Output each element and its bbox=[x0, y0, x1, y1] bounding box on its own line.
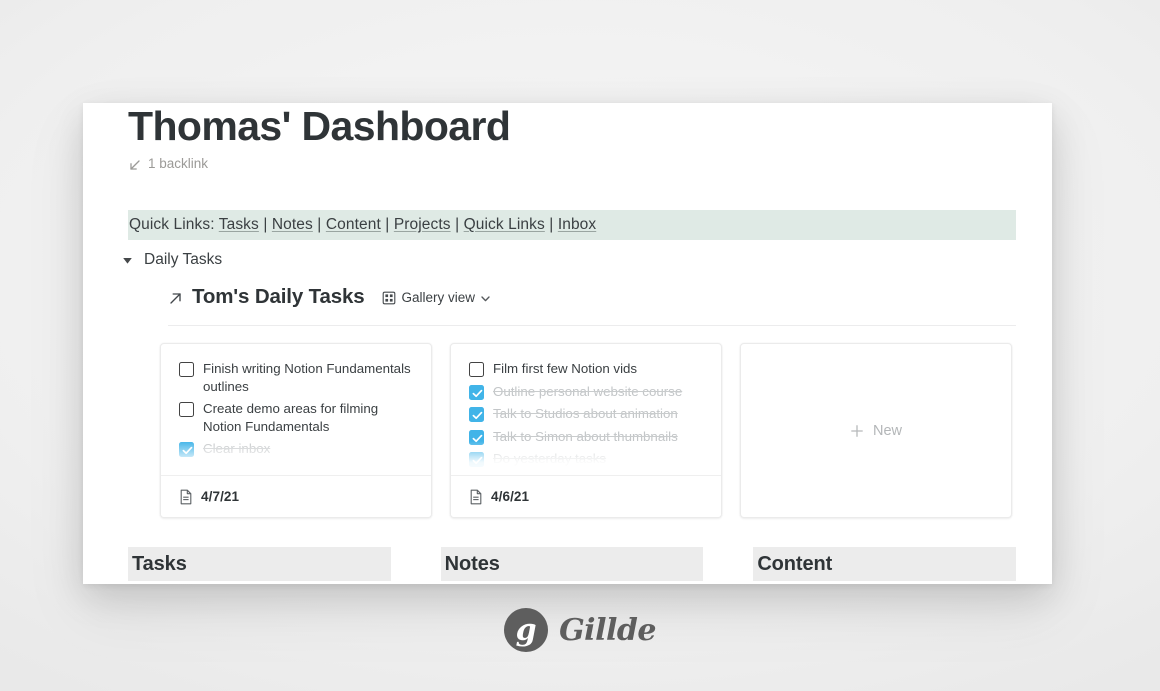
todo-label: Talk to Studios about animation bbox=[493, 406, 678, 421]
todo-item[interactable]: Outline personal website course bbox=[469, 383, 705, 401]
toggle-daily-tasks[interactable]: Daily Tasks bbox=[121, 250, 222, 270]
todo-label: Talk to Simon about thumbnails bbox=[493, 428, 678, 444]
column-title: Tasks bbox=[132, 552, 187, 575]
quick-links-separator: | bbox=[385, 216, 390, 233]
database-view-tab[interactable]: Gallery view bbox=[382, 290, 491, 305]
quick-link-tasks[interactable]: Tasks bbox=[219, 216, 259, 233]
checkbox-unchecked-icon[interactable] bbox=[179, 402, 194, 417]
checkbox-checked-icon[interactable] bbox=[469, 407, 484, 422]
quick-links-text: Quick Links: Tasks | Notes | Content | P… bbox=[129, 216, 596, 234]
grid-gallery-icon bbox=[382, 291, 396, 305]
checkbox-unchecked-icon[interactable] bbox=[179, 362, 194, 377]
arrow-down-left-icon bbox=[128, 159, 141, 172]
column-tasks: Tasks bbox=[128, 547, 391, 581]
gillde-logo-letter: g bbox=[515, 613, 537, 648]
document-icon bbox=[469, 489, 483, 505]
todo-item[interactable]: Do yesterday tasks bbox=[469, 450, 705, 468]
gallery-card-body: Film first few Notion vids Outline perso… bbox=[451, 344, 721, 475]
todo-item[interactable]: Finish writing Notion Fundamentals outli… bbox=[179, 360, 415, 395]
column-header: Tasks bbox=[128, 547, 391, 581]
notion-page-panel: Thomas' Dashboard 1 backlink Quick Links… bbox=[83, 103, 1052, 584]
chevron-down-icon bbox=[480, 293, 491, 304]
database-divider bbox=[168, 325, 1016, 326]
bottom-columns: Tasks Notes Content bbox=[128, 547, 1017, 581]
quick-link-projects[interactable]: Projects bbox=[394, 216, 451, 233]
new-card-label: New bbox=[872, 422, 902, 439]
column-content: Content bbox=[753, 547, 1017, 581]
gallery-view: Finish writing Notion Fundamentals outli… bbox=[160, 343, 1018, 518]
quick-link-content[interactable]: Content bbox=[326, 216, 381, 233]
page-title: Thomas' Dashboard bbox=[128, 103, 511, 149]
quick-links-separator: | bbox=[549, 216, 554, 233]
gallery-card[interactable]: Film first few Notion vids Outline perso… bbox=[450, 343, 722, 518]
database-view-name: Gallery view bbox=[401, 290, 476, 305]
database-title[interactable]: Tom's Daily Tasks bbox=[192, 285, 365, 310]
todo-item[interactable]: Talk to Simon about thumbnails bbox=[469, 428, 705, 446]
quick-links-separator: | bbox=[263, 216, 268, 233]
todo-item[interactable]: Film first few Notion vids bbox=[469, 360, 705, 378]
gallery-card-footer: 4/7/21 bbox=[161, 475, 431, 517]
quick-link-notes[interactable]: Notes bbox=[272, 216, 313, 233]
todo-label: Do yesterday tasks bbox=[493, 451, 607, 466]
database-header: Tom's Daily Tasks Gallery view bbox=[167, 285, 491, 310]
gillde-watermark: g Gillde bbox=[0, 608, 1160, 652]
gallery-card-date: 4/6/21 bbox=[491, 489, 530, 504]
gallery-card-footer: 4/6/21 bbox=[451, 475, 721, 517]
gillde-logo-icon: g bbox=[504, 608, 549, 652]
checkbox-checked-icon[interactable] bbox=[469, 384, 484, 400]
todo-item[interactable]: Talk to Studios about animation bbox=[469, 405, 705, 423]
document-icon bbox=[179, 489, 193, 505]
plus-icon bbox=[850, 424, 864, 438]
column-title: Content bbox=[757, 552, 833, 575]
todo-label: Clear inbox bbox=[203, 441, 271, 456]
gillde-wordmark: Gillde bbox=[559, 612, 656, 648]
quick-links-separator: | bbox=[455, 216, 460, 233]
column-header: Notes bbox=[440, 547, 704, 581]
quick-link-quick-links[interactable]: Quick Links bbox=[464, 216, 545, 233]
new-gallery-card-button[interactable]: New bbox=[740, 343, 1012, 518]
quick-links-label: Quick Links: bbox=[129, 216, 215, 233]
todo-label: Outline personal website course bbox=[493, 383, 683, 399]
todo-label: Finish writing Notion Fundamentals outli… bbox=[203, 361, 411, 394]
backlink[interactable]: 1 backlink bbox=[128, 155, 208, 173]
todo-item[interactable]: Create demo areas for filming Notion Fun… bbox=[179, 400, 415, 435]
gallery-card-body: Finish writing Notion Fundamentals outli… bbox=[161, 344, 431, 475]
checkbox-checked-icon[interactable] bbox=[179, 442, 194, 457]
column-title: Notes bbox=[444, 552, 500, 575]
arrow-up-right-icon bbox=[167, 291, 183, 307]
checkbox-checked-icon[interactable] bbox=[469, 452, 484, 467]
todo-label: Film first few Notion vids bbox=[493, 361, 638, 376]
triangle-down-icon[interactable] bbox=[121, 254, 134, 267]
toggle-label: Daily Tasks bbox=[144, 251, 223, 268]
quick-links-callout: Quick Links: Tasks | Notes | Content | P… bbox=[128, 210, 1016, 240]
quick-links-separator: | bbox=[317, 216, 322, 233]
checkbox-unchecked-icon[interactable] bbox=[469, 362, 484, 377]
column-notes: Notes bbox=[440, 547, 704, 581]
quick-link-inbox[interactable]: Inbox bbox=[558, 216, 596, 233]
checkbox-checked-icon[interactable] bbox=[469, 429, 484, 445]
todo-label: Create demo areas for filming Notion Fun… bbox=[203, 401, 379, 434]
gallery-card[interactable]: Finish writing Notion Fundamentals outli… bbox=[160, 343, 432, 518]
column-header: Content bbox=[753, 547, 1017, 581]
todo-item[interactable]: Clear inbox bbox=[179, 440, 415, 458]
backlink-label: 1 backlink bbox=[148, 156, 209, 171]
gallery-card-date: 4/7/21 bbox=[201, 489, 240, 504]
